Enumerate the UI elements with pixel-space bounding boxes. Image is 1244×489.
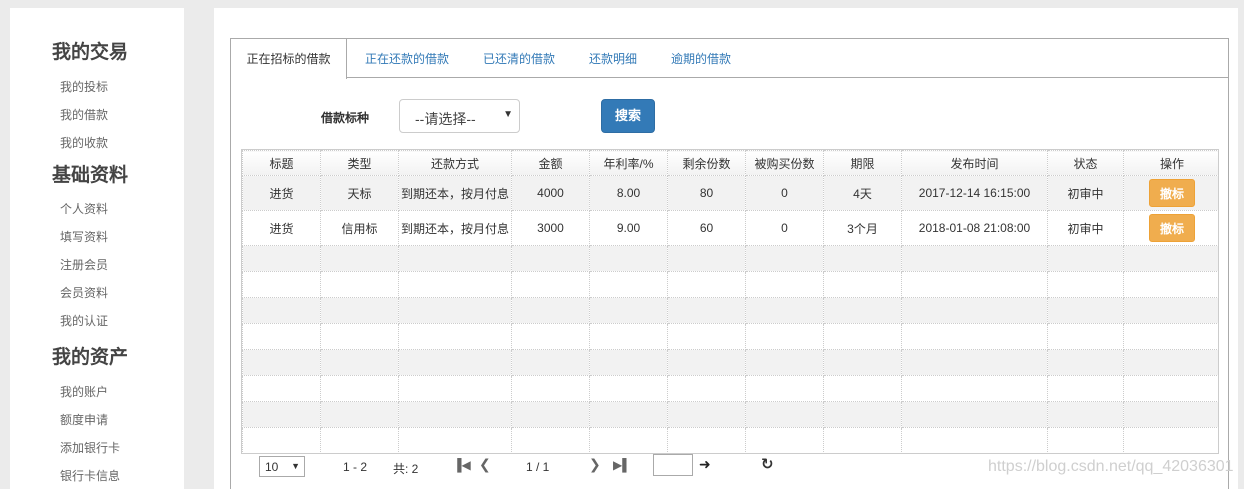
table-row[interactable]: 进货 信用标 到期还本，按月付息 3000 9.00 60 0 3个月 2018… (242, 210, 1218, 246)
col-header-term[interactable]: 期限 (823, 150, 902, 176)
table-header-row: 标题 类型 还款方式 金额 年利率/% 剩余份数 被购买份数 期限 发布时间 状… (242, 150, 1218, 176)
col-header-publish-time[interactable]: 发布时间 (901, 150, 1048, 176)
cell-rate: 9.00 (589, 210, 668, 246)
cell-status: 初审中 (1047, 175, 1124, 211)
empty-row (242, 427, 1218, 453)
sidebar-item-bank-card-info[interactable]: 银行卡信息 (60, 467, 120, 484)
empty-row (242, 323, 1218, 350)
section-title-assets: 我的资产 (52, 346, 129, 368)
cancel-bid-button[interactable]: 撤标 (1149, 214, 1195, 242)
section-title-trade: 我的交易 (52, 41, 129, 63)
watermark: https://blog.csdn.net/qq_42036301 (988, 458, 1234, 475)
refresh-icon[interactable]: ↻ (761, 455, 774, 473)
empty-row (242, 349, 1218, 376)
tab-repayment-details[interactable]: 还款明细 (589, 39, 637, 79)
cell-term: 3个月 (823, 210, 902, 246)
cell-type: 信用标 (320, 210, 399, 246)
sidebar-item-my-bids[interactable]: 我的投标 (60, 78, 108, 95)
cell-amount: 3000 (511, 210, 590, 246)
search-button[interactable]: 搜索 (601, 99, 655, 133)
cell-title: 进货 (242, 175, 321, 211)
col-header-title[interactable]: 标题 (242, 150, 321, 176)
page-indicator: 1 / 1 (526, 460, 550, 474)
col-header-purchased[interactable]: 被购买份数 (745, 150, 824, 176)
cell-amount: 4000 (511, 175, 590, 211)
empty-row (242, 245, 1218, 272)
col-header-remaining[interactable]: 剩余份数 (667, 150, 746, 176)
go-arrow-icon[interactable]: ➜ (699, 456, 711, 473)
cell-remaining: 80 (667, 175, 746, 211)
sidebar-item-my-account[interactable]: 我的账户 (60, 383, 108, 400)
col-header-amount[interactable]: 金额 (511, 150, 590, 176)
page-size-select[interactable]: 10 ▼ (259, 456, 305, 477)
sidebar-item-member-info[interactable]: 会员资料 (60, 284, 108, 301)
sidebar-item-personal-info[interactable]: 个人资料 (60, 200, 108, 217)
table-row[interactable]: 进货 天标 到期还本，按月付息 4000 8.00 80 0 4天 2017-1… (242, 175, 1218, 211)
section-title-basic-info: 基础资料 (52, 164, 129, 186)
cancel-bid-button[interactable]: 撤标 (1149, 179, 1195, 207)
empty-row (242, 271, 1218, 298)
sidebar: 我的交易 我的投标 我的借款 我的收款 基础资料 个人资料 填写资料 注册会员 … (10, 8, 184, 489)
cell-action: 撤标 (1123, 175, 1218, 211)
tab-repaying-loans[interactable]: 正在还款的借款 (365, 39, 449, 79)
cell-purchased: 0 (745, 175, 824, 211)
empty-row (242, 401, 1218, 428)
loan-type-select[interactable]: --请选择-- ▼ (399, 99, 520, 133)
tab-overdue-loans[interactable]: 逾期的借款 (671, 39, 731, 79)
cell-repay-method: 到期还本，按月付息 (398, 210, 512, 246)
page-size-value: 10 (265, 460, 279, 474)
sidebar-item-quota-apply[interactable]: 额度申请 (60, 411, 108, 428)
sidebar-item-my-certification[interactable]: 我的认证 (60, 312, 108, 329)
col-header-type[interactable]: 类型 (320, 150, 399, 176)
tab-bidding-loans[interactable]: 正在招标的借款 (231, 39, 347, 79)
loan-table: 标题 类型 还款方式 金额 年利率/% 剩余份数 被购买份数 期限 发布时间 状… (241, 149, 1219, 454)
cell-purchased: 0 (745, 210, 824, 246)
col-header-repay-method[interactable]: 还款方式 (398, 150, 512, 176)
cell-term: 4天 (823, 175, 902, 211)
cell-publish-time: 2017-12-14 16:15:00 (901, 175, 1048, 211)
empty-row (242, 297, 1218, 324)
cell-publish-time: 2018-01-08 21:08:00 (901, 210, 1048, 246)
cell-action: 撤标 (1123, 210, 1218, 246)
sidebar-item-fill-info[interactable]: 填写资料 (60, 228, 108, 245)
sidebar-item-add-bank-card[interactable]: 添加银行卡 (60, 439, 120, 456)
first-page-icon[interactable]: ▐◀ (453, 458, 471, 472)
main-content: 正在招标的借款 正在还款的借款 已还清的借款 还款明细 逾期的借款 借款标种 -… (214, 8, 1238, 489)
caret-down-icon: ▼ (291, 461, 300, 471)
cell-title: 进货 (242, 210, 321, 246)
sidebar-item-register-member[interactable]: 注册会员 (60, 256, 108, 273)
loan-panel: 正在招标的借款 正在还款的借款 已还清的借款 还款明细 逾期的借款 借款标种 -… (230, 38, 1229, 489)
cell-remaining: 60 (667, 210, 746, 246)
prev-page-icon[interactable]: ❮ (479, 456, 491, 473)
page-jump-input[interactable] (653, 454, 693, 476)
cell-type: 天标 (320, 175, 399, 211)
col-header-status[interactable]: 状态 (1047, 150, 1124, 176)
tab-paid-off-loans[interactable]: 已还清的借款 (483, 39, 555, 79)
next-page-icon[interactable]: ❯ (589, 456, 601, 473)
cell-rate: 8.00 (589, 175, 668, 211)
col-header-action: 操作 (1123, 150, 1218, 176)
loan-type-select-value: --请选择-- (415, 111, 476, 127)
cell-status: 初审中 (1047, 210, 1124, 246)
last-page-icon[interactable]: ▶▌ (613, 458, 631, 472)
record-total: 共: 2 (393, 462, 419, 476)
caret-down-icon: ▼ (503, 109, 513, 120)
cell-repay-method: 到期还本，按月付息 (398, 175, 512, 211)
sidebar-item-my-receipts[interactable]: 我的收款 (60, 134, 108, 151)
tab-bar: 正在招标的借款 正在还款的借款 已还清的借款 还款明细 逾期的借款 (231, 39, 1228, 79)
record-range: 1 - 2 (343, 460, 368, 474)
sidebar-item-my-loans[interactable]: 我的借款 (60, 106, 108, 123)
loan-type-label: 借款标种 (321, 111, 370, 125)
empty-row (242, 375, 1218, 402)
col-header-rate[interactable]: 年利率/% (589, 150, 668, 176)
